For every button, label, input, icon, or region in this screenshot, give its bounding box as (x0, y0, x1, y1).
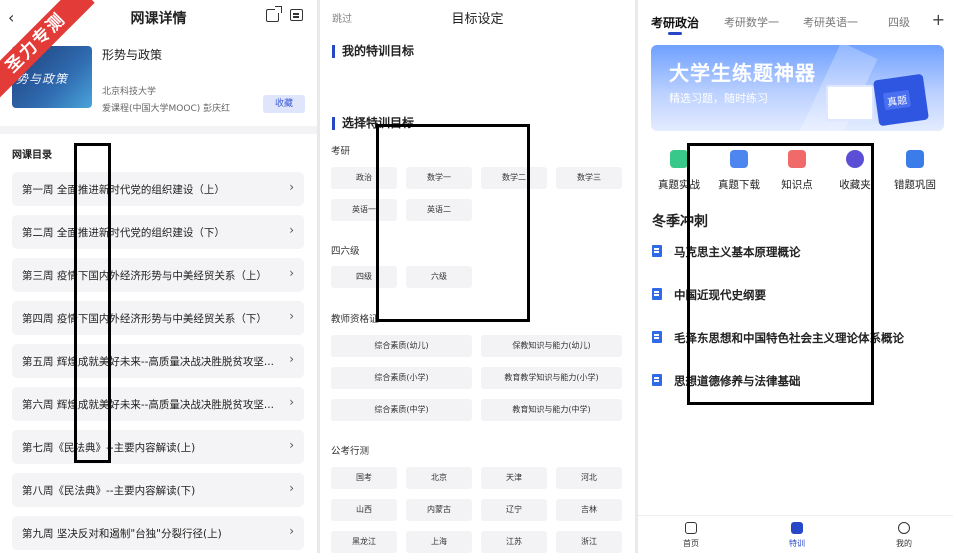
target-chip[interactable]: 综合素质(小学) (331, 367, 472, 389)
group-label-kaoyan: 考研 (331, 146, 351, 157)
bottom-nav: 首页 特训 我的 (638, 515, 953, 553)
home-icon (685, 522, 697, 534)
lesson-item[interactable]: 第七周《民法典》--主要内容解读(上) › (12, 430, 304, 464)
profile-icon (898, 522, 910, 534)
chevron-right-icon: › (289, 524, 294, 538)
chevron-right-icon: › (289, 438, 294, 452)
exam-icon (670, 150, 688, 168)
lesson-item[interactable]: 第六周 辉煌成就美好未来--高质量决战决胜脱贫攻坚... › (12, 387, 304, 421)
add-tab-icon[interactable]: + (932, 10, 945, 29)
banner-title: 大学生练题神器 (669, 61, 816, 85)
collect-button[interactable]: 收藏 (263, 95, 305, 113)
highlight-box (376, 124, 530, 322)
target-chip[interactable]: 教育教学知识与能力(小学) (481, 367, 622, 389)
share-icon[interactable] (266, 6, 282, 22)
lesson-item[interactable]: 第九周 坚决反对和遏制"台独"分裂行径(上) › (12, 516, 304, 550)
chevron-right-icon: › (289, 180, 294, 194)
document-icon (652, 288, 662, 300)
banner-subtitle: 精选习题，随时练习 (669, 92, 768, 105)
page-title: 目标设定 (451, 12, 504, 27)
active-tab-indicator (668, 32, 682, 35)
target-chip[interactable]: 上海 (406, 531, 472, 553)
target-chip[interactable]: 保教知识与能力(幼儿) (481, 335, 622, 357)
document-icon (652, 245, 662, 257)
my-target-title: 我的特训目标 (332, 45, 414, 58)
highlight-box (687, 143, 874, 405)
target-chip[interactable]: 综合素质(中学) (331, 399, 472, 421)
tab-kaoyan-english[interactable]: 考研英语一 (803, 14, 858, 30)
divider (0, 126, 317, 134)
course-school: 北京科技大学 (102, 87, 157, 97)
message-icon[interactable] (290, 9, 303, 21)
chevron-right-icon: › (289, 223, 294, 237)
document-icon (652, 374, 662, 386)
target-chip[interactable]: 吉林 (556, 499, 622, 521)
lesson-item[interactable]: 第二周 全面推进新时代党的组织建设（下） › (12, 215, 304, 249)
target-chip[interactable]: 内蒙古 (406, 499, 472, 521)
tab-kaoyan-politics[interactable]: 考研政治 (651, 14, 699, 31)
target-chip[interactable]: 数学三 (556, 167, 622, 189)
highlight-box (74, 143, 111, 463)
target-chip[interactable]: 综合素质(幼儿) (331, 335, 472, 357)
feature-mistakes[interactable]: 错题巩固 (888, 150, 942, 192)
mistake-icon (906, 150, 924, 168)
lesson-item[interactable]: 第一周 全面推进新时代党的组织建设（上） › (12, 172, 304, 206)
group-label-civil: 公考行测 (331, 446, 370, 457)
target-chip[interactable]: 河北 (556, 467, 622, 489)
course-name: 形势与政策 (102, 48, 163, 62)
chevron-right-icon: › (289, 309, 294, 323)
tab-kaoyan-math[interactable]: 考研数学一 (724, 14, 779, 30)
target-chip[interactable]: 浙江 (556, 531, 622, 553)
chevron-right-icon: › (289, 266, 294, 280)
chevron-right-icon: › (289, 395, 294, 409)
target-chip[interactable]: 国考 (331, 467, 397, 489)
tab-cet4[interactable]: 四级 (888, 14, 910, 30)
target-chip[interactable]: 教育知识与能力(中学) (481, 399, 622, 421)
target-chip[interactable]: 辽宁 (481, 499, 547, 521)
document-icon (652, 331, 662, 343)
training-icon (791, 522, 803, 534)
subject-tabs: 考研政治 考研数学一 考研英语一 四级 + (638, 0, 953, 38)
lesson-list: 第一周 全面推进新时代党的组织建设（上） › 第二周 全面推进新时代党的组织建设（… (12, 172, 304, 553)
target-chip[interactable]: 江苏 (481, 531, 547, 553)
lesson-item[interactable]: 第三周 疫情下国内外经济形势与中美经贸关系（上） › (12, 258, 304, 292)
course-teacher: 爱课程(中国大学MOOC) 彭庆红 (102, 104, 231, 114)
laptop-illustration (826, 85, 874, 121)
target-chip[interactable]: 北京 (406, 467, 472, 489)
lesson-item[interactable]: 第八周《民法典》--主要内容解读(下) › (12, 473, 304, 507)
chevron-right-icon: › (289, 352, 294, 366)
nav-home[interactable]: 首页 (671, 522, 711, 549)
target-chip[interactable]: 黑龙江 (331, 531, 397, 553)
book-illustration: 真题 (873, 73, 929, 127)
promo-banner[interactable]: 大学生练题神器 精选习题，随时练习 真题 (651, 45, 944, 131)
target-header: 跳过 目标设定 (320, 0, 635, 34)
group-label-cet: 四六级 (331, 246, 360, 257)
catalog-title: 网课目录 (12, 150, 52, 161)
target-chip[interactable]: 天津 (481, 467, 547, 489)
lesson-item[interactable]: 第四周 疫情下国内外经济形势与中美经贸关系（下） › (12, 301, 304, 335)
lesson-item[interactable]: 第五周 辉煌成就美好未来--高质量决战决胜脱贫攻坚... › (12, 344, 304, 378)
nav-mine[interactable]: 我的 (884, 522, 924, 549)
nav-training[interactable]: 特训 (777, 522, 817, 549)
chevron-right-icon: › (289, 481, 294, 495)
course-detail-panel: ‹ 网课详情 势与政策 形势与政策 北京科技大学 爱课程(中国大学MOOC) 彭… (0, 0, 317, 553)
target-chip[interactable]: 山西 (331, 499, 397, 521)
group-label-teacher: 教师资格证 (331, 314, 379, 325)
